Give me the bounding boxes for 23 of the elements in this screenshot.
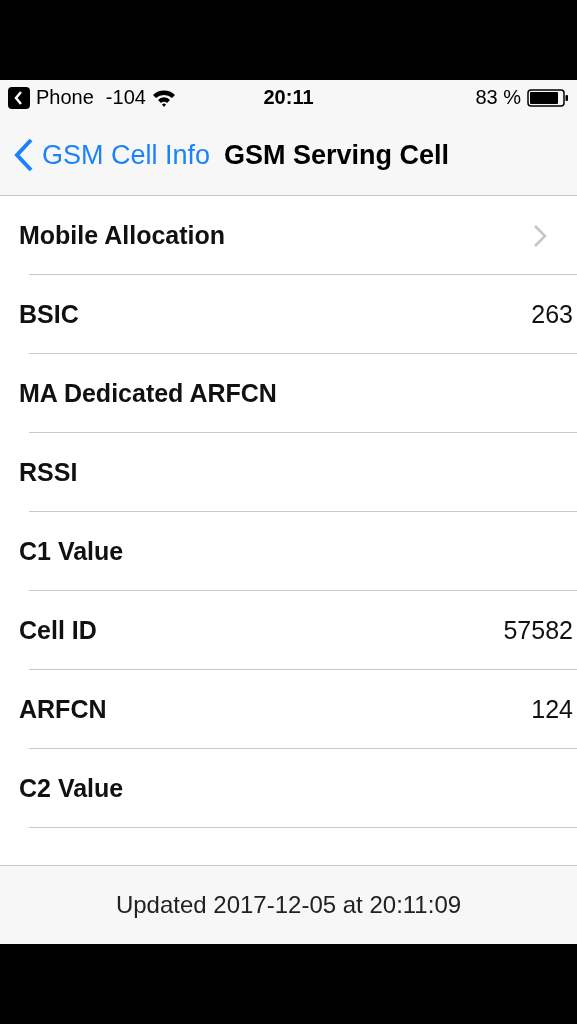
battery-percent: 83 % bbox=[475, 86, 521, 109]
battery-icon bbox=[527, 88, 569, 107]
row-value: 57582 bbox=[503, 616, 573, 645]
wifi-icon bbox=[151, 88, 176, 107]
row-label: MA Dedicated ARFCN bbox=[19, 379, 278, 408]
back-to-app-icon[interactable] bbox=[8, 86, 30, 109]
signal-strength: -104 bbox=[105, 86, 146, 109]
row-label: ARFCN bbox=[19, 695, 108, 724]
row-label: Mobile Allocation bbox=[19, 221, 227, 250]
row-label: Cell ID bbox=[19, 616, 98, 645]
chevron-right-icon bbox=[533, 223, 547, 248]
back-app-label[interactable]: Phone bbox=[36, 86, 94, 109]
row-label: C2 Value bbox=[19, 774, 125, 803]
page-title: GSM Serving Cell bbox=[224, 139, 450, 171]
row-label: BSIC bbox=[19, 300, 80, 329]
updated-timestamp: Updated 2017-12-05 at 20:11:09 bbox=[115, 891, 462, 919]
row-label: C1 Value bbox=[19, 537, 125, 566]
chevron-left-icon bbox=[14, 138, 34, 172]
row-label: RSSI bbox=[19, 458, 79, 487]
list-row-link[interactable]: Mobile Allocation bbox=[0, 196, 577, 275]
status-time: 20:11 bbox=[263, 86, 314, 109]
row-value: 124 bbox=[531, 695, 573, 724]
row-value: 263 bbox=[531, 300, 573, 329]
